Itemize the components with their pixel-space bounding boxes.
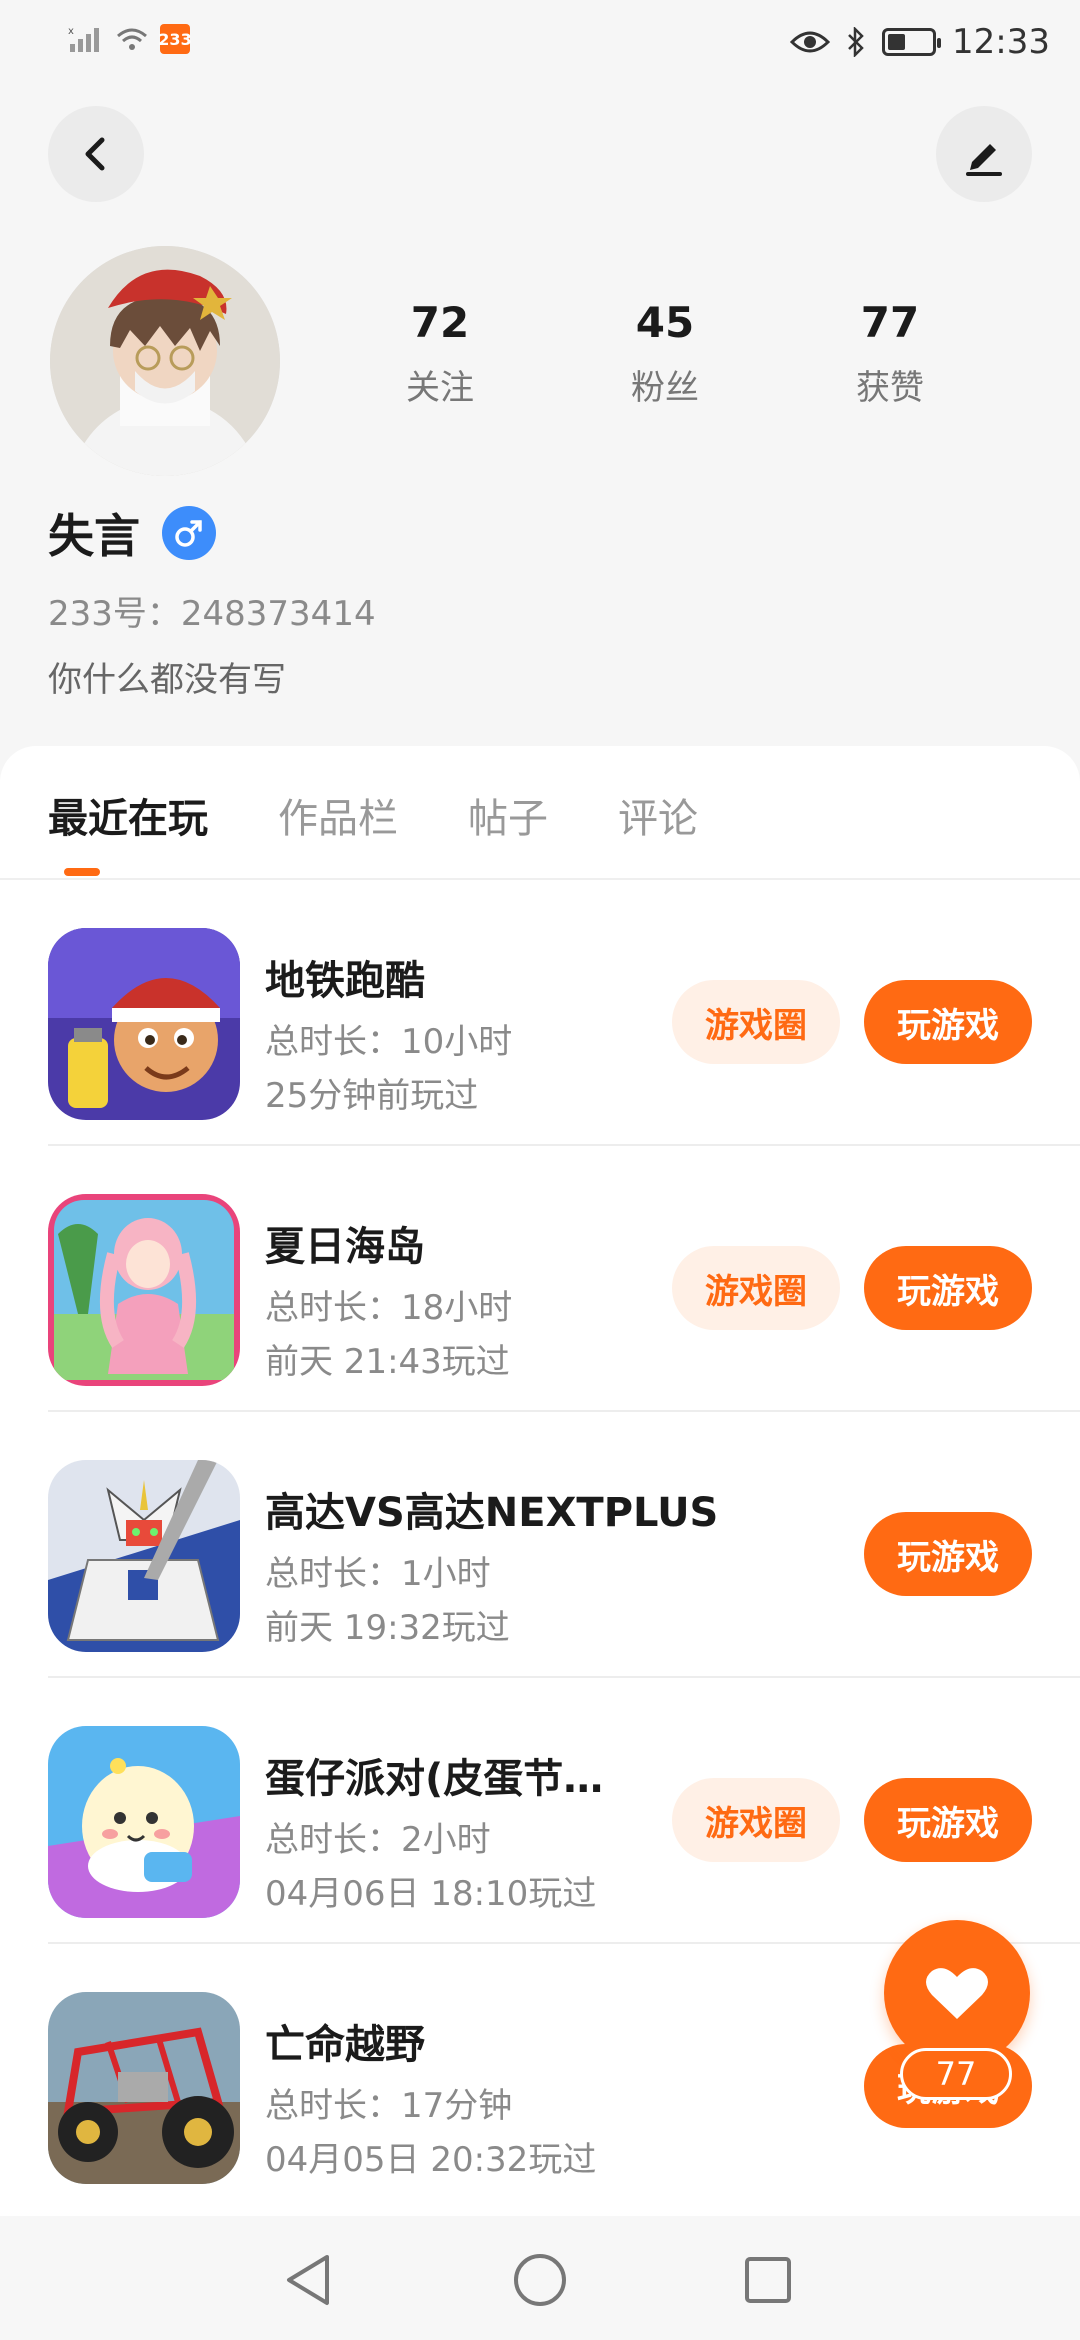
signal-icon: x (68, 26, 99, 52)
nav-back-button[interactable] (278, 2250, 338, 2310)
avatar-image (50, 246, 280, 476)
game-last-played: 25分钟前玩过 (265, 1076, 479, 1116)
like-count-badge: 77 (900, 2048, 1012, 2100)
game-title: 夏日海岛 (265, 1224, 425, 1270)
tab-comments[interactable]: 评论 (618, 786, 698, 844)
game-duration: 总时长：10小时 (265, 1022, 513, 1062)
tab-bar: 最近在玩 作品栏 帖子 评论 (48, 786, 698, 844)
heart-icon (926, 1968, 988, 2019)
game-icon-offroad (48, 1992, 240, 2184)
list-item[interactable]: 地铁跑酷 总时长：10小时 25分钟前玩过 游戏圈 玩游戏 (0, 880, 1080, 1146)
user-name: 失言 (48, 509, 140, 563)
stat-following[interactable]: 72 关注 (365, 298, 515, 409)
tab-recently-played[interactable]: 最近在玩 (48, 786, 208, 844)
clock-time: 12:33 (952, 22, 1050, 62)
game-last-played: 04月05日 20:32玩过 (265, 2140, 597, 2180)
tab-posts[interactable]: 帖子 (468, 786, 548, 844)
game-title: 地铁跑酷 (265, 958, 425, 1004)
avatar[interactable] (50, 246, 280, 476)
square-recents-icon (745, 2257, 791, 2303)
stat-label: 粉丝 (631, 368, 699, 409)
stat-value: 72 (410, 298, 470, 347)
back-button[interactable] (48, 106, 144, 202)
tab-works[interactable]: 作品栏 (278, 786, 398, 844)
status-left: x 233 (68, 24, 192, 54)
game-icon-eggy-party (48, 1726, 240, 1918)
play-game-button[interactable]: 玩游戏 (864, 1246, 1032, 1330)
battery-icon (882, 28, 942, 56)
user-bio: 你什么都没有写 (48, 660, 286, 700)
stat-value: 77 (860, 298, 920, 347)
bluetooth-icon (848, 27, 864, 57)
nav-home-button[interactable] (510, 2250, 570, 2310)
stat-label: 获赞 (856, 368, 924, 409)
game-duration: 总时长：2小时 (265, 1820, 491, 1860)
svg-text:x: x (68, 26, 74, 37)
game-circle-button[interactable]: 游戏圈 (672, 1246, 840, 1330)
circle-home-icon (514, 2254, 566, 2306)
edit-profile-button[interactable] (936, 106, 1032, 202)
game-title: 亡命越野 (265, 2022, 425, 2068)
game-duration: 总时长：1小时 (265, 1554, 491, 1594)
stat-value: 45 (635, 298, 695, 347)
game-duration: 总时长：18小时 (265, 1288, 513, 1328)
pencil-icon (966, 144, 1002, 176)
profile-stats: 72 关注 45 粉丝 77 获赞 (365, 298, 965, 409)
game-circle-button[interactable]: 游戏圈 (672, 1778, 840, 1862)
play-game-button[interactable]: 玩游戏 (864, 980, 1032, 1064)
active-tab-indicator (64, 868, 100, 876)
play-game-button[interactable]: 玩游戏 (864, 1512, 1032, 1596)
wifi-icon (117, 28, 147, 50)
game-last-played: 前天 21:43玩过 (265, 1342, 510, 1382)
stat-followers[interactable]: 45 粉丝 (590, 298, 740, 409)
like-fab-button[interactable] (884, 1920, 1030, 2066)
game-icon-summer-island (48, 1194, 240, 1386)
game-circle-button[interactable]: 游戏圈 (672, 980, 840, 1064)
game-duration: 总时长：17分钟 (265, 2086, 513, 2126)
eye-icon (790, 31, 831, 53)
list-item[interactable]: 高达VS高达NEXTPLUS 总时长：1小时 前天 19:32玩过 玩游戏 (0, 1412, 1080, 1678)
status-right: 12:33 (790, 22, 1050, 62)
play-game-button[interactable]: 玩游戏 (864, 1778, 1032, 1862)
user-id: 233号：248373414 (48, 594, 376, 634)
triangle-back-icon (287, 2255, 329, 2305)
system-nav-bar (0, 2216, 1080, 2340)
nav-recents-button[interactable] (738, 2250, 798, 2310)
status-bar: x 233 12:33 (0, 0, 1080, 90)
stat-likes[interactable]: 77 获赞 (815, 298, 965, 409)
game-icon-subway-surfers (48, 928, 240, 1120)
list-item[interactable]: 蛋仔派对(皮蛋节… 总时长：2小时 04月06日 18:10玩过 游戏圈 玩游戏 (0, 1678, 1080, 1944)
game-last-played: 前天 19:32玩过 (265, 1608, 510, 1648)
name-row: 失言 (48, 500, 216, 566)
game-title: 高达VS高达NEXTPLUS (265, 1490, 719, 1536)
app-233-icon: 233 (158, 24, 192, 54)
game-icon-gundam (48, 1460, 240, 1652)
list-item[interactable]: 夏日海岛 总时长：18小时 前天 21:43玩过 游戏圈 玩游戏 (0, 1146, 1080, 1412)
game-last-played: 04月06日 18:10玩过 (265, 1874, 597, 1914)
game-title: 蛋仔派对(皮蛋节… (265, 1756, 604, 1802)
stat-label: 关注 (406, 368, 474, 409)
chevron-left-icon (85, 137, 105, 171)
male-gender-icon (162, 506, 216, 560)
